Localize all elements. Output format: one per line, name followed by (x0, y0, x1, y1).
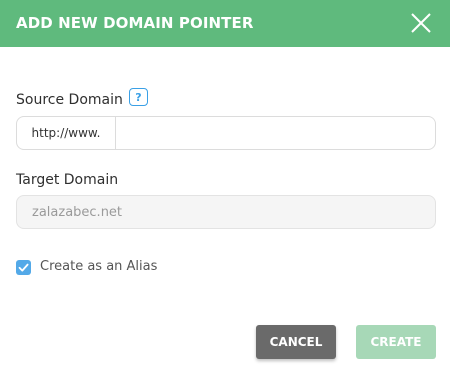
close-icon (411, 13, 431, 33)
create-button[interactable]: CREATE (356, 325, 436, 359)
target-domain-input[interactable] (16, 195, 436, 229)
check-icon (18, 263, 29, 272)
close-button[interactable] (410, 12, 432, 34)
source-domain-group: http://www. (16, 116, 436, 150)
source-domain-input[interactable] (117, 117, 435, 149)
alias-label: Create as an Alias (40, 259, 158, 274)
url-prefix: http://www. (17, 117, 116, 149)
help-icon[interactable]: ? (129, 88, 148, 106)
dialog-title: ADD NEW DOMAIN POINTER (16, 14, 254, 32)
source-domain-label: Source Domain (16, 92, 123, 108)
cancel-button[interactable]: CANCEL (256, 325, 336, 359)
alias-checkbox[interactable] (16, 260, 31, 275)
target-domain-label: Target Domain (16, 172, 119, 188)
dialog-header: ADD NEW DOMAIN POINTER (0, 0, 450, 47)
